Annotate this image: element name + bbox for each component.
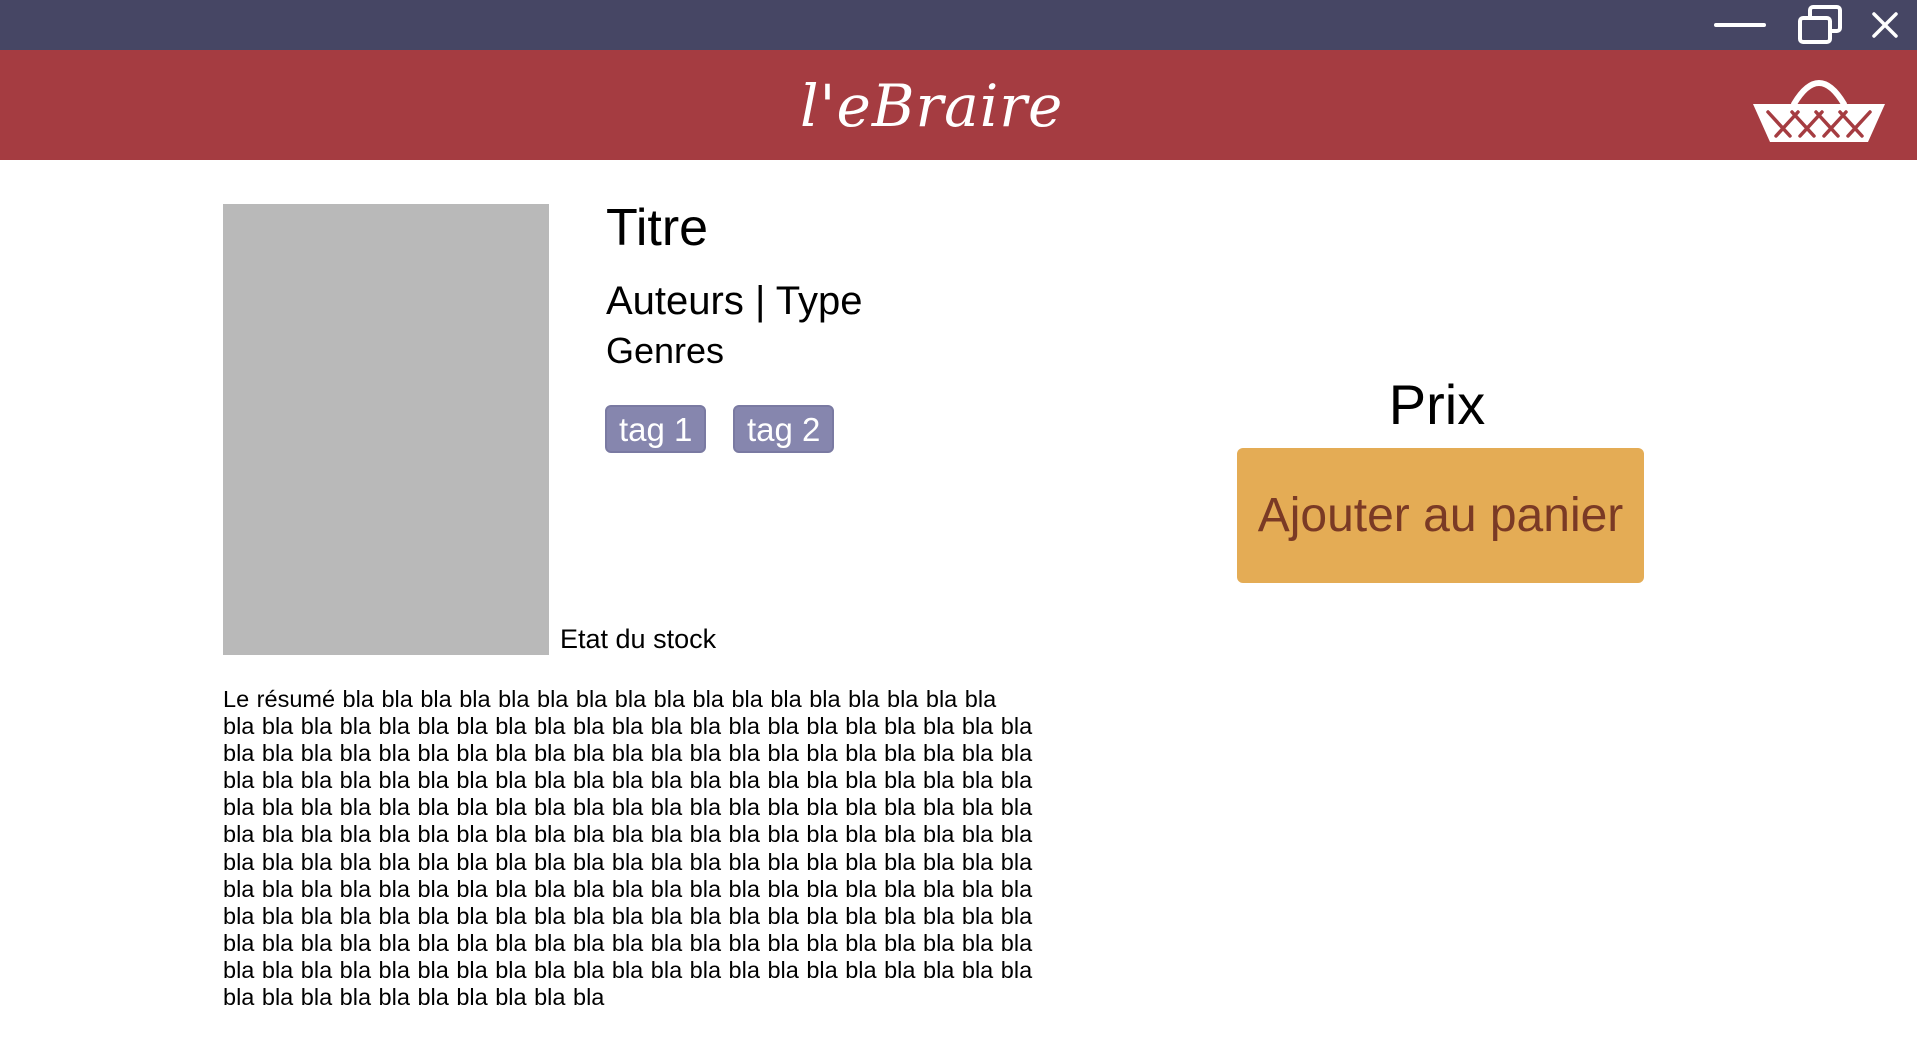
restore-button[interactable]	[1790, 0, 1850, 50]
restore-icon	[1798, 5, 1842, 44]
tag-badge[interactable]: tag 1	[605, 405, 706, 453]
window-titlebar	[0, 0, 1917, 50]
logo[interactable]: l'eBraire	[800, 64, 1110, 148]
book-title: Titre	[606, 199, 709, 257]
minimize-button[interactable]	[1710, 0, 1770, 50]
stock-status: Etat du stock	[560, 624, 717, 654]
tag-badge[interactable]: tag 2	[733, 405, 834, 453]
minimize-icon	[1714, 23, 1766, 27]
close-button[interactable]	[1855, 0, 1915, 50]
book-authors-type: Auteurs | Type	[606, 279, 863, 323]
book-price: Prix	[1388, 373, 1486, 436]
add-to-cart-button[interactable]: Ajouter au panier	[1237, 448, 1644, 583]
book-genres: Genres	[606, 330, 725, 371]
cart-button[interactable]	[1750, 68, 1888, 146]
close-icon	[1872, 12, 1898, 38]
book-cover-image	[223, 204, 549, 655]
book-summary: Le résumé bla bla bla bla bla bla bla bl…	[223, 686, 1033, 1011]
app-header: l'eBraire	[0, 50, 1917, 160]
basket-icon	[1753, 80, 1885, 142]
